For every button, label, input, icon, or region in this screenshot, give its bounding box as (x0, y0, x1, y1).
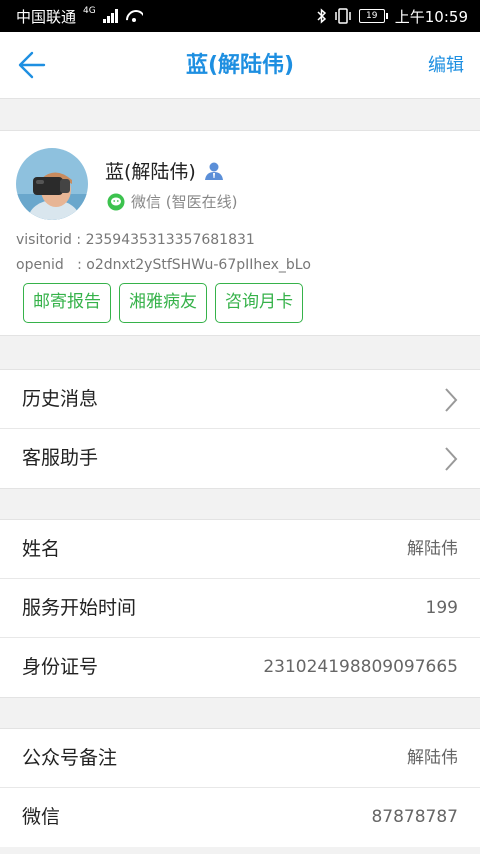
status-left: 中国联通 4G (16, 6, 143, 27)
nav-bar: 蓝(解陆伟) 编辑 (0, 32, 480, 99)
arrow-left-icon (18, 51, 46, 79)
profile-name: 蓝(解陆伟) (105, 161, 196, 183)
menu-item-history[interactable]: 历史消息 (0, 370, 480, 429)
avatar-image (16, 148, 88, 220)
visitorid-label: visitorid (16, 232, 72, 248)
menu-item-label: 历史消息 (22, 388, 99, 410)
user-icon (204, 162, 223, 180)
info-label: 微信 (22, 806, 61, 828)
signal-icon (102, 9, 118, 23)
status-bar: 中国联通 4G 19 上午10:59 (0, 0, 480, 32)
chevron-right-icon (445, 447, 458, 471)
info-label: 服务开始时间 (22, 597, 137, 619)
openid-label: openid (16, 257, 64, 273)
openid-value: o2dnxt2yStfSHWu-67pIIhex_bLo (86, 257, 311, 273)
info-value: 231024198809097665 (263, 657, 458, 677)
info-row-wechat[interactable]: 微信 87878787 (0, 788, 480, 847)
source-label: 微信 (智医在线) (131, 193, 238, 211)
clock: 上午10:59 (394, 7, 468, 26)
menu-item-customer-service[interactable]: 客服助手 (0, 429, 480, 488)
info-value: 解陆伟 (407, 748, 458, 768)
edit-button[interactable]: 编辑 (428, 32, 464, 99)
info-value: 87878787 (371, 807, 458, 827)
extra-group: 公众号备注 解陆伟 微信 87878787 (0, 728, 480, 847)
carrier-label: 中国联通 (16, 7, 77, 26)
network-type: 4G (83, 6, 96, 16)
chevron-right-icon (445, 388, 458, 412)
wifi-icon (125, 9, 143, 23)
info-label: 姓名 (22, 538, 61, 560)
tag-mail-report[interactable]: 邮寄报告 (23, 283, 111, 323)
info-group: 姓名 解陆伟 服务开始时间 199 身份证号 23102419880909766… (0, 519, 480, 698)
info-value: 199 (425, 598, 458, 618)
menu-group: 历史消息 客服助手 (0, 369, 480, 489)
openid-line: openid : o2dnxt2yStfSHWu-67pIIhex_bLo (16, 257, 311, 273)
info-label: 公众号备注 (22, 747, 118, 769)
info-row-official-remark[interactable]: 公众号备注 解陆伟 (0, 729, 480, 788)
info-row-name[interactable]: 姓名 解陆伟 (0, 520, 480, 579)
info-label: 身份证号 (22, 656, 99, 678)
info-row-service-start[interactable]: 服务开始时间 199 (0, 579, 480, 638)
bluetooth-icon (317, 8, 326, 24)
info-row-id-number[interactable]: 身份证号 231024198809097665 (0, 638, 480, 697)
tag-xiangya-patient[interactable]: 湘雅病友 (119, 283, 207, 323)
menu-item-label: 客服助手 (22, 447, 99, 469)
status-right: 19 上午10:59 (317, 6, 468, 27)
source-row: 微信 (智医在线) (107, 191, 237, 212)
tag-monthly-consult-card[interactable]: 咨询月卡 (215, 283, 303, 323)
avatar[interactable] (16, 148, 88, 220)
page-title: 蓝(解陆伟) (185, 53, 295, 78)
battery-level: 19 (358, 9, 385, 23)
battery-icon: 19 (358, 9, 388, 23)
info-value: 解陆伟 (407, 539, 458, 559)
vibrate-icon (335, 8, 351, 24)
back-button[interactable] (14, 46, 52, 84)
profile-name-row: 蓝(解陆伟) (105, 157, 224, 184)
visitorid-value: 2359435313357681831 (85, 232, 255, 248)
wechat-icon (107, 193, 125, 210)
visitorid-line: visitorid : 2359435313357681831 (16, 232, 255, 248)
tag-row: 邮寄报告 湘雅病友 咨询月卡 (23, 283, 303, 323)
profile-card: 蓝(解陆伟) 微信 (智医在线) visitorid : 23594353133… (0, 130, 480, 336)
